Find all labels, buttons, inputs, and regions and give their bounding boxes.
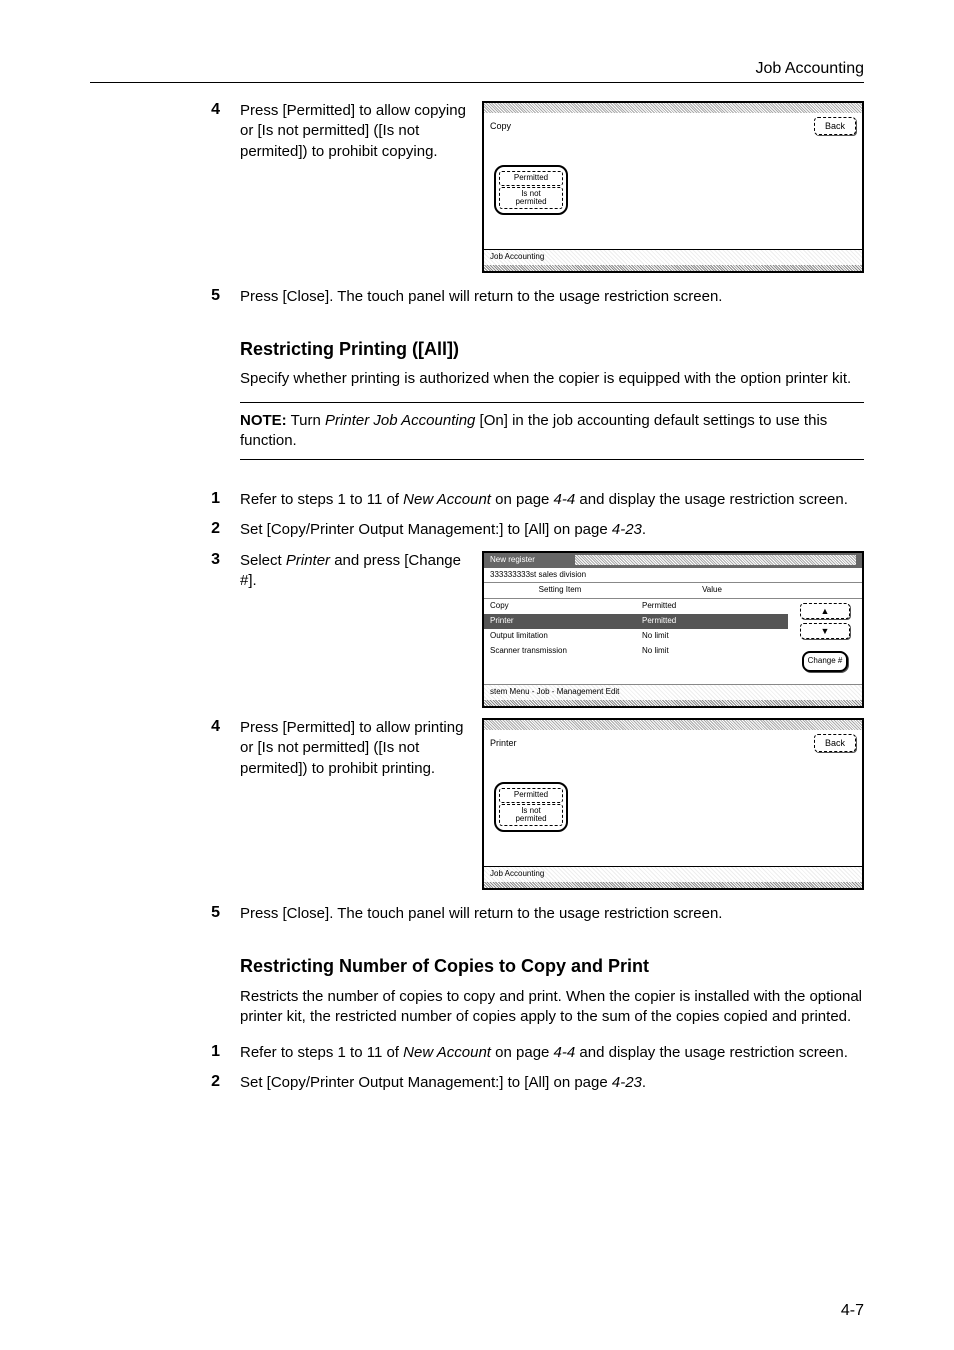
settings-table-panel: New register 333333333st sales division … [482,551,864,708]
step-text: Press [Permitted] to allow printing or [… [240,718,468,779]
step-number: 1 [90,1043,240,1061]
page: Job Accounting 4 Press [Permitted] to al… [0,0,954,1350]
touch-panel-printer: Printer Back Permitted Is notpermited Jo… [482,718,864,890]
step-text: Press [Permitted] to allow copying or [I… [240,101,468,162]
step-text: Press [Close]. The touch panel will retu… [240,904,864,924]
col-header: Setting Item [484,583,636,598]
scroll-up-button[interactable]: ▲ [800,603,850,619]
step-number: 5 [90,287,240,305]
back-button[interactable]: Back [814,117,856,135]
page-number: 4-7 [841,1302,864,1320]
step-number: 3 [90,551,240,569]
table-row[interactable]: PrinterPermitted [484,614,788,629]
option-group: Permitted Is notpermited [494,165,568,215]
change-button[interactable]: Change # [802,651,849,672]
step-number: 1 [90,490,240,508]
touch-panel-copy: Copy Back Permitted Is notpermited Job A… [482,101,864,273]
table-row[interactable]: CopyPermitted [484,599,788,614]
panel-footer: stem Menu - Job - Management Edit [484,684,862,700]
step-number: 2 [90,1073,240,1091]
col-header: Value [636,583,788,598]
panel-footer: Job Accounting [484,866,862,882]
permitted-button[interactable]: Permitted [499,788,563,802]
not-permitted-button[interactable]: Is notpermited [499,804,563,827]
section-heading: Restricting Number of Copies to Copy and… [240,954,864,978]
step-text: Set [Copy/Printer Output Management:] to… [240,520,864,540]
step-text: Press [Close]. The touch panel will retu… [240,287,864,307]
section-heading: Restricting Printing ([All]) [240,337,864,361]
not-permitted-button[interactable]: Is notpermited [499,187,563,210]
step-text: Set [Copy/Printer Output Management:] to… [240,1073,864,1093]
step-number: 4 [90,718,240,736]
panel-footer: Job Accounting [484,249,862,265]
permitted-button[interactable]: Permitted [499,171,563,185]
panel-title: Copy [490,120,511,132]
section-intro: Restricts the number of copies to copy a… [240,987,864,1028]
back-button[interactable]: Back [814,734,856,752]
section-intro: Specify whether printing is authorized w… [240,369,864,389]
panel-title: Printer [490,737,517,749]
scroll-down-button[interactable]: ▼ [800,623,850,639]
page-header: Job Accounting [90,60,864,83]
step-text: Refer to steps 1 to 11 of New Account on… [240,1043,864,1063]
table-row[interactable]: Output limitationNo limit [484,629,788,644]
step-number: 2 [90,520,240,538]
tab-label: New register [490,555,535,566]
step-text: Select Printer and press [Change #]. [240,551,468,592]
account-label: 333333333st sales division [484,568,862,584]
table-row[interactable]: Scanner transmissionNo limit [484,644,788,659]
step-text: Refer to steps 1 to 11 of New Account on… [240,490,864,510]
step-number: 5 [90,904,240,922]
option-group: Permitted Is notpermited [494,782,568,832]
note-block: NOTE: Turn Printer Job Accounting [On] i… [240,402,864,461]
step-number: 4 [90,101,240,119]
